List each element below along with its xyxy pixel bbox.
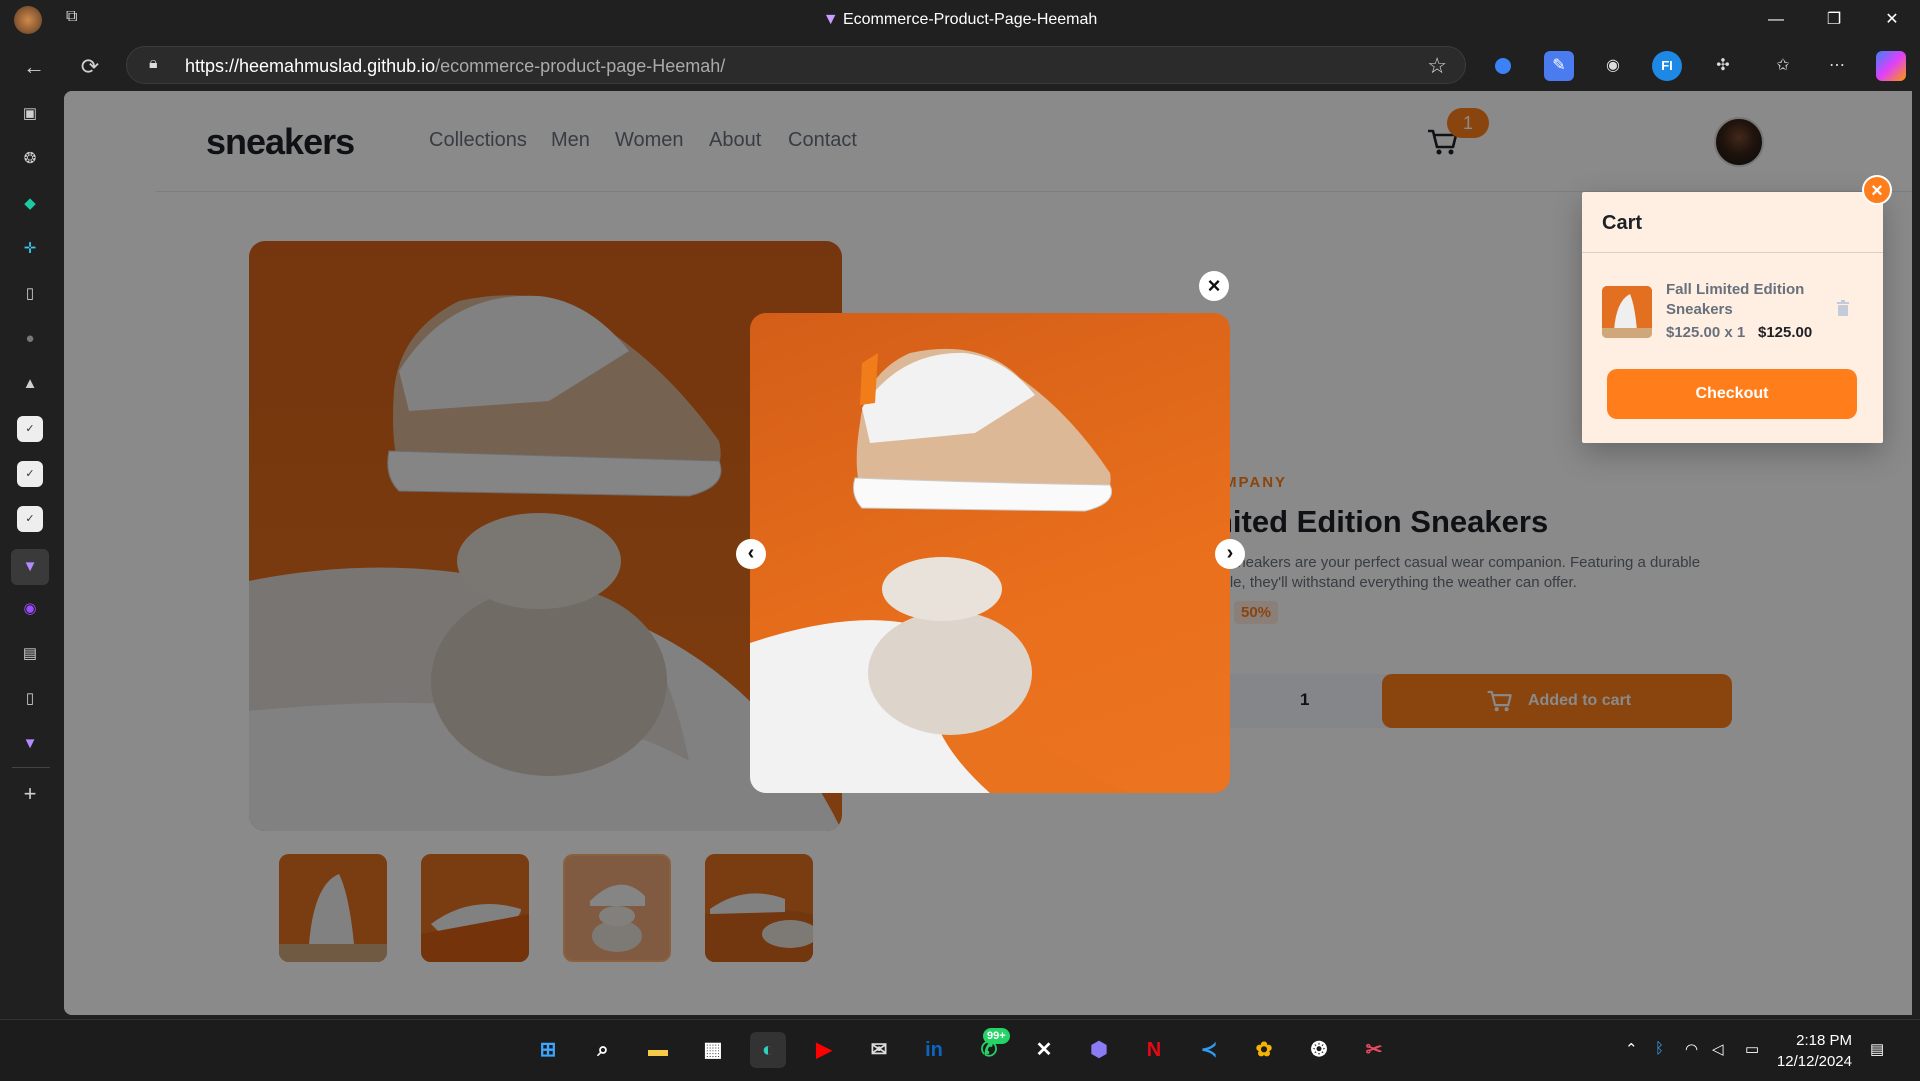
x-twitter-icon[interactable]: ✕ [1026, 1032, 1062, 1068]
netflix-icon[interactable]: N [1136, 1032, 1172, 1068]
sidebar-tabs-icon[interactable]: ▣ [17, 101, 43, 127]
address-bar[interactable]: 🔒︎ https://heemahmuslad.github.io/ecomme… [126, 46, 1466, 84]
lightbox-image [750, 313, 1230, 793]
sidebar-divider [12, 767, 50, 768]
cart-dropdown: Cart Fall Limited Edition Sneakers $125.… [1582, 192, 1883, 443]
vscode-icon[interactable]: ≺ [1191, 1032, 1227, 1068]
bluetooth-icon[interactable]: ᛒ [1655, 1040, 1664, 1057]
lightbox-next-button[interactable]: › [1215, 539, 1245, 569]
chatgpt-icon[interactable]: ❂ [1301, 1032, 1337, 1068]
whatsapp-badge: 99+ [983, 1028, 1010, 1044]
sidebar-circle-icon[interactable]: ● [17, 326, 43, 352]
lightbox-sneaker-image [750, 348, 1130, 793]
sidebar-file-icon-2[interactable]: ▯ [17, 686, 43, 712]
copilot-icon[interactable] [1876, 51, 1906, 81]
extension-edit-icon[interactable]: ✎ [1544, 51, 1574, 81]
extension-blue-dot-icon[interactable] [1488, 51, 1518, 81]
sidebar-triangle-icon[interactable]: ▲ [17, 371, 43, 397]
sidebar-page-icon-3[interactable]: ✓ [17, 506, 43, 532]
sidebar-green-app-icon[interactable]: ◆ [17, 191, 43, 217]
window-title-text: Ecommerce-Product-Page-Heemah [842, 11, 1098, 28]
extension-owl-icon[interactable]: ◉ [1598, 51, 1628, 81]
minimize-button[interactable]: — [1752, 6, 1800, 34]
cart-item-total: $125.00 [1758, 324, 1813, 341]
cart-item-name: Fall Limited Edition Sneakers [1666, 281, 1805, 318]
sidebar-document-icon[interactable]: ▯ [17, 281, 43, 307]
url-path: /ecommerce-product-page-Heemah/ [435, 56, 726, 76]
edge-icon[interactable]: ◐ [750, 1032, 786, 1068]
window-title: ▼ Ecommerce-Product-Page-Heemah [0, 11, 1920, 29]
sidebar-vite-icon-active[interactable]: ▼ [11, 549, 49, 585]
cart-divider [1582, 252, 1883, 253]
sidebar-purple-icon[interactable]: ◉ [17, 596, 43, 622]
extensions-puzzle-icon[interactable]: ✣ [1708, 51, 1738, 81]
favorites-icon[interactable]: ✩ [1768, 51, 1798, 81]
cart-title: Cart [1602, 212, 1643, 234]
page-viewport: sneakers Collections Men Women About Con… [64, 91, 1912, 1015]
windows-taskbar: ⊞ ⌕ ▬ ▦ ◐ ▶ ✉ in ✆ 99+ ✕ ⬢ N ≺ ✿ ❂ ✂ ⌃ ᛒ… [0, 1019, 1920, 1081]
cart-close-button[interactable]: × [1862, 175, 1892, 205]
sidebar-page-icon-1[interactable]: ✓ [17, 416, 43, 442]
cart-item-price-qty: $125.00 x 1 [1666, 324, 1746, 341]
refresh-button[interactable]: ⟳ [74, 51, 106, 83]
restore-button[interactable]: ❐ [1810, 6, 1858, 34]
lightbox-close-button[interactable]: × [1199, 271, 1229, 301]
lock-icon[interactable]: 🔒︎ [149, 55, 158, 73]
lightbox-prev-button[interactable]: ‹ [736, 539, 766, 569]
checkout-button[interactable]: Checkout [1607, 369, 1857, 419]
extension-fi-icon[interactable]: FI [1652, 51, 1682, 81]
delete-icon[interactable] [1836, 300, 1850, 316]
clock-time: 2:18 PM [1796, 1032, 1852, 1049]
cart-thumbnail-image [1602, 286, 1652, 338]
back-button[interactable]: ← [18, 51, 50, 83]
linkedin-icon[interactable]: in [916, 1032, 952, 1068]
sidebar-vite-icon[interactable]: ▼ [17, 731, 43, 757]
browser-sidebar: ▣ ❂ ◆ ✛ ▯ ● ▲ ✓ ✓ ✓ ▼ ◉ ▤ ▯ ▼ + [0, 91, 62, 1019]
clock-date: 12/12/2024 [1776, 1053, 1852, 1070]
volume-icon[interactable]: ◁ [1712, 1040, 1724, 1058]
battery-icon[interactable]: ▭ [1745, 1040, 1759, 1058]
snipping-tool-icon[interactable]: ✂ [1356, 1032, 1392, 1068]
wifi-icon[interactable]: ◠ [1685, 1040, 1698, 1058]
browser-title-bar: ⧉ ▼ Ecommerce-Product-Page-Heemah — ❐ ✕ [0, 0, 1920, 41]
close-window-button[interactable]: ✕ [1868, 6, 1916, 34]
start-button[interactable]: ⊞ [530, 1032, 566, 1068]
favorite-star-icon[interactable]: ☆ [1427, 53, 1447, 79]
photos-icon[interactable]: ✿ [1246, 1032, 1282, 1068]
file-explorer-icon[interactable]: ▬ [640, 1032, 676, 1068]
sidebar-page-icon-2[interactable]: ✓ [17, 461, 43, 487]
sidebar-sparkle-icon[interactable]: ✛ [17, 236, 43, 262]
url-host: https://heemahmuslad.github.io [185, 56, 436, 76]
youtube-icon[interactable]: ▶ [806, 1032, 842, 1068]
sidebar-add-icon[interactable]: + [17, 781, 43, 807]
clock[interactable]: 2:18 PM 12/12/2024 [1777, 1030, 1852, 1072]
site-favicon-icon: ▼ [822, 11, 839, 28]
address-bar-row: ← ⟳ 🔒︎ https://heemahmuslad.github.io/ec… [0, 41, 1920, 91]
url-text[interactable]: https://heemahmuslad.github.io/ecommerce… [185, 56, 725, 77]
search-icon[interactable]: ⌕ [585, 1032, 621, 1068]
notifications-icon[interactable]: ▤ [1870, 1040, 1884, 1058]
mail-icon[interactable]: ✉ [861, 1032, 897, 1068]
store-icon[interactable]: ▦ [695, 1032, 731, 1068]
more-options-icon[interactable]: ⋯ [1822, 51, 1852, 81]
copilot-taskbar-icon[interactable]: ⬢ [1081, 1032, 1117, 1068]
tray-chevron-icon[interactable]: ⌃ [1625, 1040, 1638, 1058]
cart-item-thumbnail [1602, 286, 1652, 338]
whatsapp-icon[interactable]: ✆ 99+ [971, 1028, 1010, 1068]
sidebar-chatgpt-icon[interactable]: ❂ [17, 146, 43, 172]
sidebar-file-icon[interactable]: ▤ [17, 641, 43, 667]
